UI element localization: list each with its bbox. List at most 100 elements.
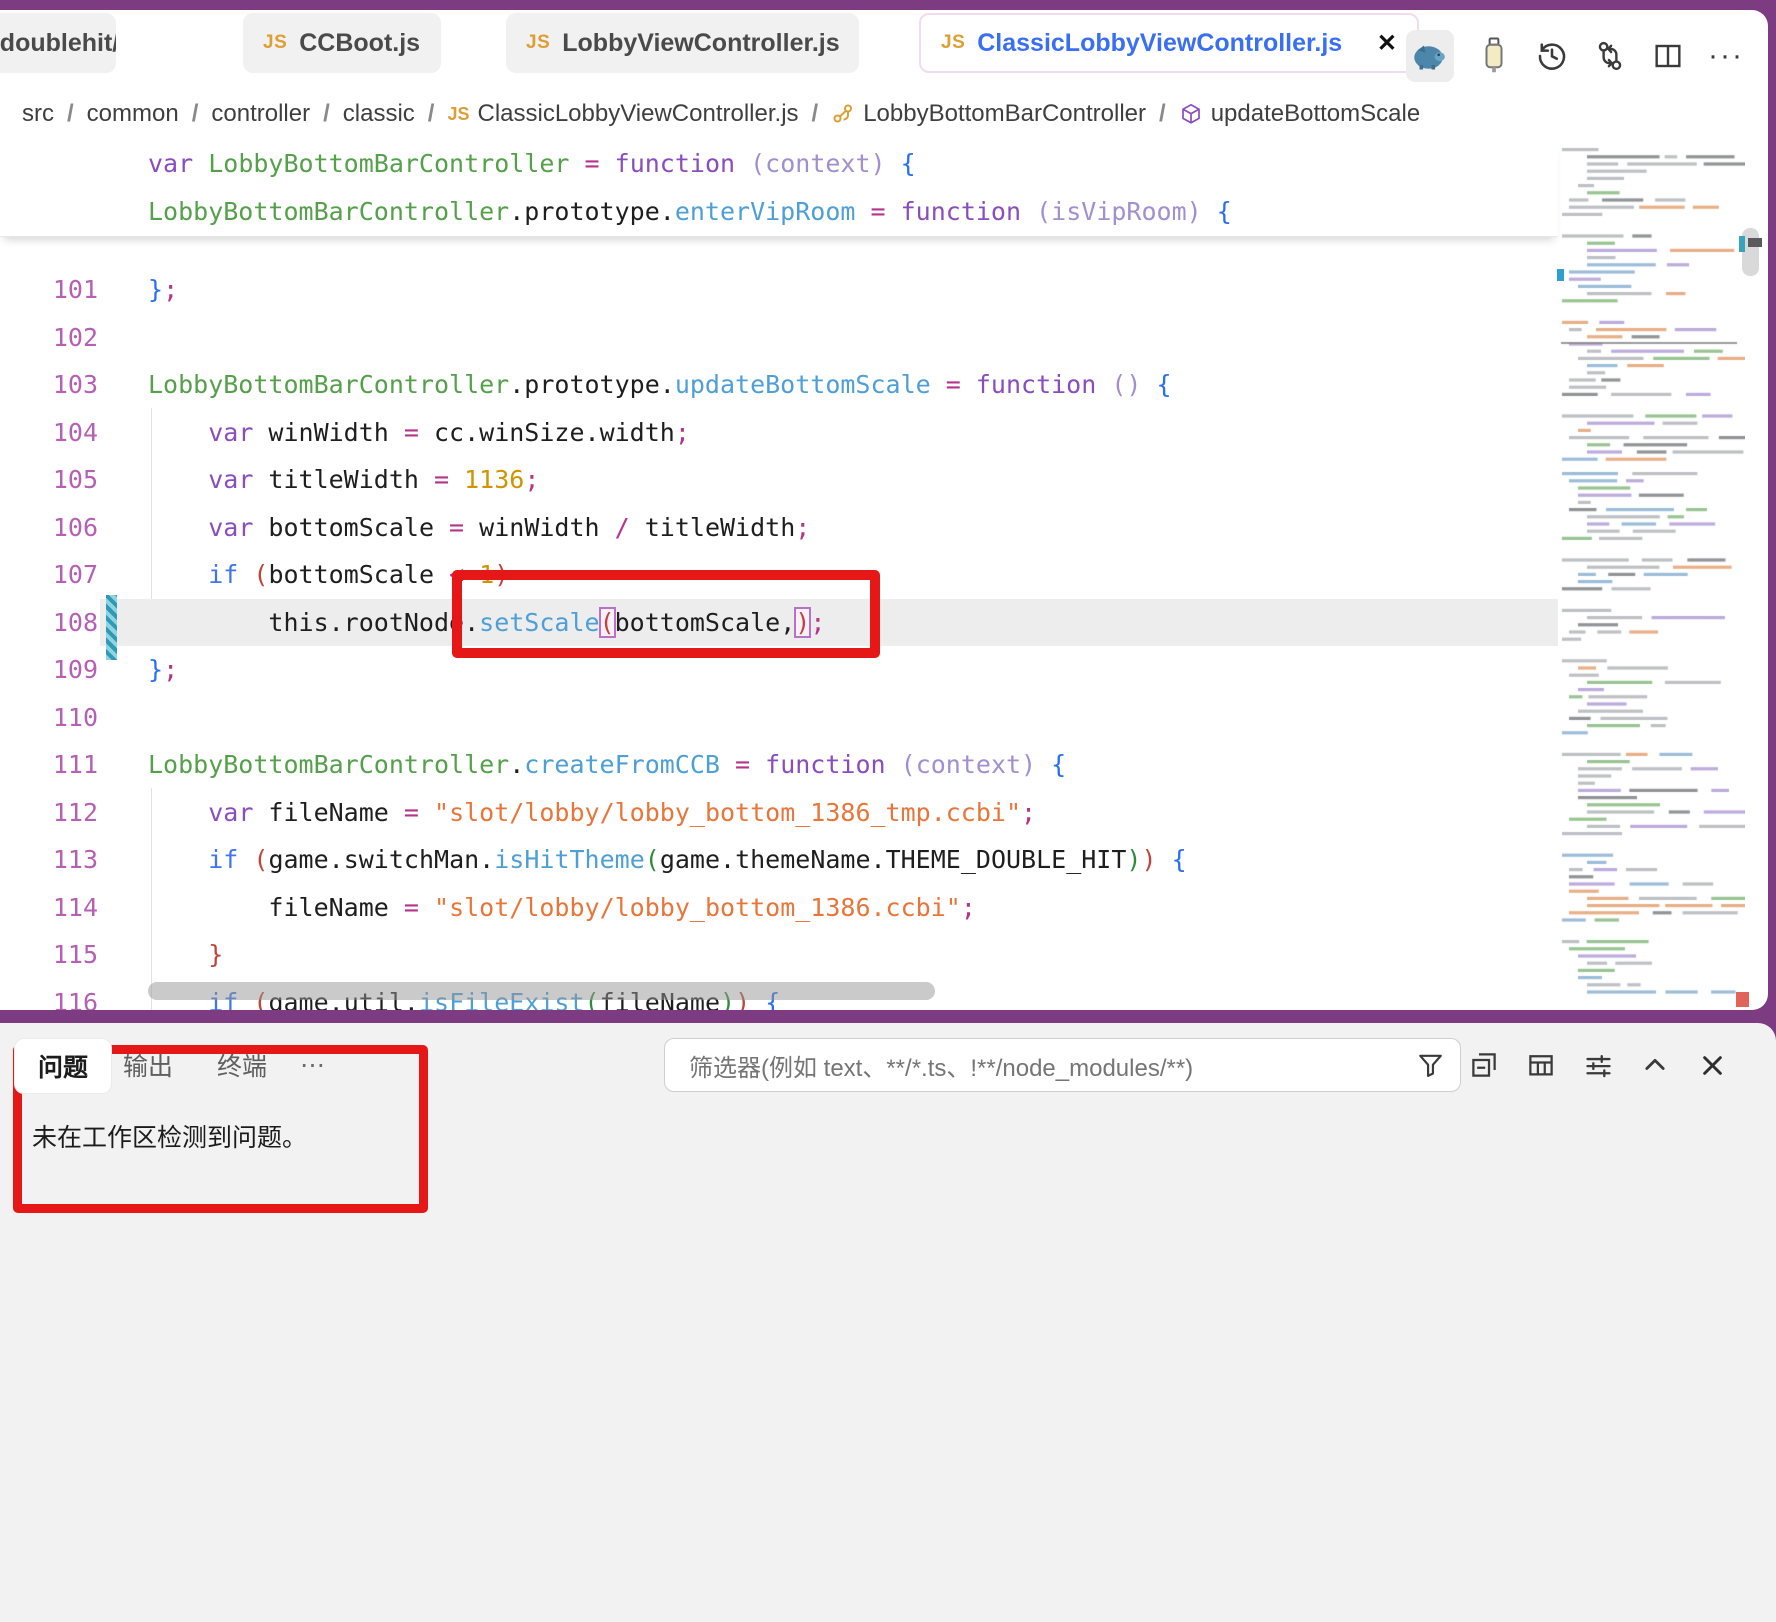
close-panel-icon[interactable] [1696, 1049, 1728, 1081]
breadcrumb-separator: / [428, 100, 435, 128]
breadcrumb-label: src [22, 100, 54, 128]
line-number: 102 [0, 323, 100, 352]
js-file-icon: JS [263, 32, 287, 54]
breadcrumb-item-lobbybottombarcontroller[interactable]: LobbyBottomBarController [831, 100, 1146, 128]
line-number: 111 [0, 750, 100, 779]
breadcrumb-label: updateBottomScale [1211, 100, 1420, 128]
code-line-103: 103LobbyBottomBarController.prototype.up… [0, 361, 1558, 409]
breadcrumb-item-updatebottomscale[interactable]: updateBottomScale [1179, 100, 1420, 128]
sticky-line-2[interactable]: LobbyBottomBarController.prototype.enter… [0, 188, 1558, 236]
panel-tab-label: 输出 [123, 1047, 173, 1083]
minimap[interactable] [1558, 138, 1745, 1010]
more-tabs-icon: ⋯ [300, 1050, 325, 1080]
code-editor[interactable]: 101};102103LobbyBottomBarController.prot… [0, 130, 1768, 1010]
code-line-101: 101}; [0, 266, 1558, 314]
code-line-115: 115 } [0, 931, 1558, 979]
breadcrumb-label: controller [211, 100, 310, 128]
breadcrumb-label: common [87, 100, 179, 128]
breadcrumb-separator: / [323, 100, 330, 128]
tab-label: LobbyViewController.js [562, 29, 839, 58]
maximize-panel-icon[interactable] [1639, 1049, 1671, 1081]
line-number: 112 [0, 798, 100, 827]
collapse-all-icon[interactable] [1468, 1049, 1500, 1081]
js-file-icon: JS [526, 32, 550, 54]
line-number: 104 [0, 418, 100, 447]
breadcrumb-separator: / [812, 100, 819, 128]
line-number: 116 [0, 988, 100, 1010]
annotation-box-setscale [452, 570, 880, 658]
line-number: 114 [0, 893, 100, 922]
more-actions-icon[interactable]: ··· [1708, 38, 1744, 74]
breadcrumb-label: ClassicLobbyViewController.js [477, 100, 798, 128]
filter-placeholder: 筛选器(例如 text、**/*.ts、!**/node_modules/**) [689, 1048, 1193, 1083]
breadcrumb-item-classiclobbyviewcontroller-js[interactable]: JS ClassicLobbyViewController.js [447, 100, 798, 128]
panel-tab-output[interactable]: 输出 [123, 1038, 173, 1092]
tab-es-doublehit[interactable]: s_doublehit/... [0, 13, 116, 73]
minimap-modified-marker [1557, 269, 1564, 281]
editor-area: s_doublehit/... JS CCBoot.js JS LobbyVie… [0, 10, 1768, 1010]
code-line-105: 105 var titleWidth = 1136; [0, 456, 1558, 504]
line-number: 113 [0, 845, 100, 874]
breadcrumb-separator: / [67, 100, 74, 128]
breadcrumb-item-common[interactable]: common [87, 100, 179, 128]
panel-tab-label: 终端 [217, 1047, 267, 1083]
editor-toolbar: ··· [1406, 28, 1744, 84]
line-number: 103 [0, 370, 100, 399]
panel-tab-problems[interactable]: 问题 [14, 1038, 112, 1094]
line-number: 101 [0, 275, 100, 304]
panel-tab-label: 问题 [38, 1048, 88, 1084]
history-icon[interactable] [1534, 38, 1570, 74]
tab-ccboot[interactable]: JS CCBoot.js [243, 13, 441, 73]
panel-tab-more[interactable]: ⋯ [300, 1038, 325, 1092]
line-number: 105 [0, 465, 100, 494]
breadcrumb-label: LobbyBottomBarController [863, 100, 1146, 128]
code-line-113: 113 if (game.switchMan.isHitTheme(game.t… [0, 836, 1558, 884]
breadcrumb-label: classic [343, 100, 415, 128]
method-symbol-icon [1179, 102, 1203, 126]
line-number: 107 [0, 560, 100, 589]
line-number: 106 [0, 513, 100, 542]
code-line-106: 106 var bottomScale = winWidth / titleWi… [0, 504, 1558, 552]
code-line-111: 111LobbyBottomBarController.createFromCC… [0, 741, 1558, 789]
filter-settings-icon[interactable] [1582, 1049, 1614, 1081]
problems-filter-input[interactable]: 筛选器(例如 text、**/*.ts、!**/node_modules/**) [664, 1038, 1461, 1092]
split-editor-icon[interactable] [1650, 38, 1686, 74]
breadcrumb-separator: / [1159, 100, 1166, 128]
filter-icon[interactable] [1414, 1049, 1446, 1081]
js-file-icon: JS [447, 104, 469, 125]
tab-label: ClassicLobbyViewController.js [977, 29, 1342, 58]
code-line-114: 114 fileName = "slot/lobby/lobby_bottom_… [0, 884, 1558, 932]
panel-tab-terminal[interactable]: 终端 [217, 1038, 267, 1092]
minimap-error-marker [1736, 992, 1749, 1007]
overview-modified-marker [1739, 236, 1745, 252]
breadcrumb-item-src[interactable]: src [22, 100, 54, 128]
assistant-pig-icon[interactable] [1406, 30, 1454, 82]
line-number: 108 [0, 608, 100, 637]
tab-lobbyviewcontroller[interactable]: JS LobbyViewController.js [506, 13, 859, 73]
code-line-110: 110 [0, 694, 1558, 742]
breadcrumb-separator: / [192, 100, 199, 128]
line-number: 110 [0, 703, 100, 732]
code-line-112: 112 var fileName = "slot/lobby/lobby_bot… [0, 789, 1558, 837]
usb-drive-icon[interactable] [1476, 38, 1512, 74]
breadcrumb[interactable]: src / common / controller / classic / JS ClassicL… [22, 94, 1420, 134]
git-compare-icon[interactable] [1592, 38, 1628, 74]
close-tab-icon[interactable]: ✕ [1377, 29, 1397, 58]
code-line-102: 102 [0, 314, 1558, 362]
line-number: 109 [0, 655, 100, 684]
breadcrumb-item-classic[interactable]: classic [343, 100, 415, 128]
horizontal-scrollbar[interactable] [148, 982, 935, 1000]
line-number: 115 [0, 940, 100, 969]
tab-label: CCBoot.js [299, 29, 420, 58]
tab-label: s_doublehit/... [0, 29, 116, 58]
table-view-icon[interactable] [1525, 1049, 1557, 1081]
class-symbol-icon [831, 102, 855, 126]
tab-classiclobbyviewcontroller[interactable]: JS ClassicLobbyViewController.js ✕ [919, 13, 1419, 73]
problems-message: 未在工作区检测到问题。 [32, 1118, 307, 1154]
breadcrumb-item-controller[interactable]: controller [211, 100, 310, 128]
code-line-104: 104 var winWidth = cc.winSize.width; [0, 409, 1558, 457]
panel-actions [1468, 1049, 1728, 1081]
sticky-line-1[interactable]: var LobbyBottomBarController = function … [0, 140, 1558, 188]
js-file-icon: JS [941, 32, 965, 54]
sticky-scroll[interactable]: var LobbyBottomBarController = function … [0, 140, 1558, 237]
